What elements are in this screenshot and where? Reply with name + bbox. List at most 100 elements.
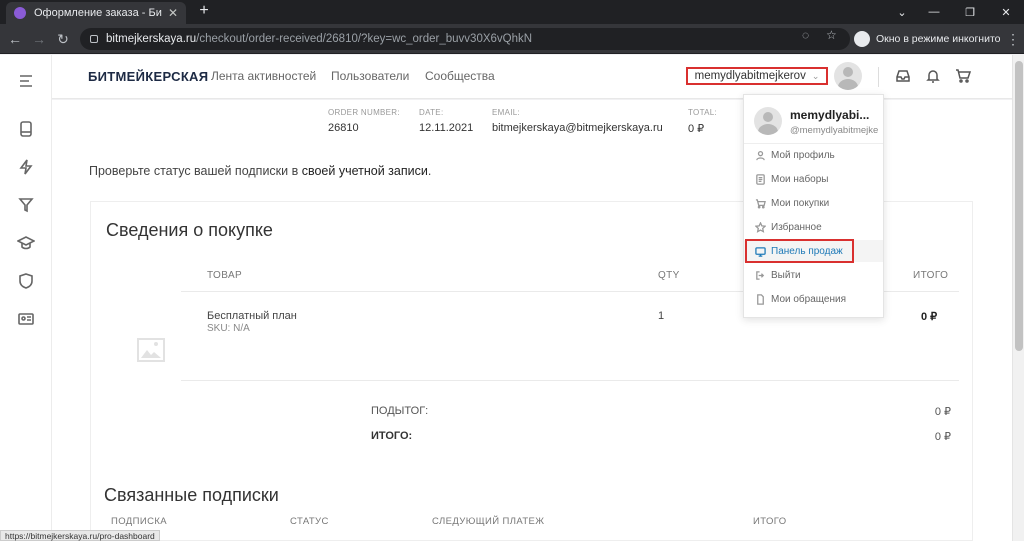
nav-link-users[interactable]: Пользователи [331,69,409,83]
sales-dashboard-highlight [745,239,854,263]
page-scrollbar[interactable] [1012,55,1024,541]
user-icon [754,149,766,161]
url-path: /checkout/order-received/26810/?key=wc_o… [196,33,533,45]
site-logo[interactable]: БИТМЕЙКЕРСКАЯ [88,69,208,84]
tablet-icon[interactable] [16,119,36,139]
menu-item-my-tickets[interactable]: Мои обращения [744,288,883,310]
lightning-icon[interactable] [16,157,36,177]
menu-item-my-profile[interactable]: Мой профиль [744,144,883,166]
incognito-icon [854,31,870,47]
menu-item-my-sets[interactable]: Мои наборы [744,168,883,190]
user-dropdown-menu: memydlyabi... @memydlyabitmejkerov Мой п… [743,94,884,318]
browser-tab[interactable]: Оформление заказа - Битмейке ✕ [6,2,186,24]
url-host: bitmejkerskaya.ru [106,33,197,45]
new-tab-button[interactable]: + [194,2,214,20]
star-icon [754,221,766,233]
id-card-icon[interactable] [16,309,36,329]
address-bar[interactable]: bitmejkerskaya.ru/checkout/order-receive… [80,28,850,50]
column-header-total: ИТОГО [913,270,949,281]
subscription-note: Проверьте статус вашей подписки в своей … [89,164,431,178]
purchase-details-title: Сведения о покупке [106,220,273,240]
menu-toggle-icon[interactable] [16,71,36,91]
menu-item-label: Мой профиль [771,149,835,161]
grand-total-value: 0 ₽ [934,431,951,443]
menu-item-favorites[interactable]: Избранное [744,216,883,238]
subscription-note-end: . [427,164,432,178]
subscription-note-text: Проверьте статус вашей подписки в [89,164,302,178]
browser-tab-bar: Оформление заказа - Битмейке ✕ + ⌄ — ❐ ✕ [0,0,1024,24]
order-number-label: ORDER NUMBER: [328,108,400,117]
inbox-icon[interactable] [895,68,911,84]
product-sku: SKU: N/A [207,323,250,334]
product-total: 0 ₽ [921,311,938,323]
product-name[interactable]: Бесплатный план [207,310,297,322]
order-date-value: 12.11.2021 [419,122,474,134]
lock-icon [90,35,98,43]
bookmark-star-icon[interactable]: ☆ [826,28,837,42]
minimize-button[interactable]: — [916,0,952,24]
shield-icon[interactable] [16,271,36,291]
tracking-blocked-eye-icon[interactable]: ◌ [802,28,809,42]
site-favicon-icon [14,7,26,19]
menu-item-my-purchases[interactable]: Мои покупки [744,192,883,214]
order-date-label: DATE: [419,108,444,117]
browser-status-bar: https://bitmejkerskaya.ru/pro-dashboard [0,530,160,541]
chevron-down-icon: ⌄ [811,70,820,81]
document-icon [754,173,766,185]
restore-button[interactable]: ❐ [952,0,988,24]
account-link[interactable]: своей учетной записи [302,164,428,178]
menu-item-label: Мои наборы [771,173,829,185]
bell-icon[interactable] [925,68,941,84]
forward-arrow-icon[interactable]: → [30,30,48,48]
nav-link-activity[interactable]: Лента активностей [211,69,316,83]
dropdown-user-name[interactable]: memydlyabi... [790,108,878,122]
dropdown-avatar[interactable] [754,107,782,135]
row-divider [181,380,959,381]
back-arrow-icon[interactable]: ← [6,30,24,48]
browser-toolbar: ← → ↻ bitmejkerskaya.ru/checkout/order-r… [0,24,1024,54]
incognito-label: Окно в режиме инкогнито [876,33,1001,45]
menu-item-label: Мои покупки [771,197,830,209]
logout-icon [754,269,766,281]
reload-icon[interactable]: ↻ [54,30,72,48]
product-qty: 1 [658,310,665,322]
menu-item-label: Избранное [771,221,822,233]
incognito-indicator[interactable]: Окно в режиме инкогнито [854,29,1000,49]
close-tab-icon[interactable]: ✕ [168,6,178,20]
column-header-subscription: ПОДПИСКА [111,516,168,527]
order-email-label: EMAIL: [492,108,521,117]
column-header-next-payment: СЛЕДУЮЩИЙ ПЛАТЕЖ [432,516,545,527]
order-total-label: TOTAL: [688,108,718,117]
graduation-cap-icon[interactable] [16,233,36,253]
cart-icon[interactable] [955,68,972,84]
subtotal-value: 0 ₽ [934,406,951,418]
nav-link-communities[interactable]: Сообщества [425,69,495,83]
order-email-value: bitmejkerskaya@bitmejkerskaya.ru [492,122,663,134]
file-icon [754,293,766,305]
window-close-button[interactable]: ✕ [988,0,1024,24]
menu-item-label: Выйти [771,269,801,281]
order-number-value: 26810 [328,122,359,134]
column-header-product: ТОВАР [207,270,243,281]
dropdown-user-handle: @memydlyabitmejkerov [790,125,878,136]
site-header: БИТМЕЙКЕРСКАЯ Лента активностей Пользова… [52,55,1012,99]
column-header-subscription-total: ИТОГО [753,516,787,527]
menu-item-logout[interactable]: Выйти [744,264,883,286]
user-menu-toggle[interactable]: memydlyabitmejkerov ⌄ [686,67,828,85]
subtotal-label: ПОДЫТОГ: [371,405,429,417]
cart-icon [754,197,766,209]
column-header-status: СТАТУС [290,516,329,527]
tab-search-chevron-icon[interactable]: ⌄ [884,0,920,24]
left-sidebar [0,55,52,541]
menu-item-label: Мои обращения [771,293,846,305]
username-label: memydlyabitmejkerov [694,70,806,82]
filter-icon[interactable] [16,195,36,215]
header-divider [878,67,879,87]
header-avatar[interactable] [834,62,862,90]
scrollbar-thumb[interactable] [1015,61,1023,351]
browser-menu-icon[interactable]: ⋮ [1006,31,1020,48]
grand-total-label: ИТОГО: [371,430,413,442]
related-subscriptions-title: Связанные подписки [104,485,279,505]
tab-title: Оформление заказа - Битмейке [34,7,162,19]
product-image-placeholder-icon [128,327,174,373]
